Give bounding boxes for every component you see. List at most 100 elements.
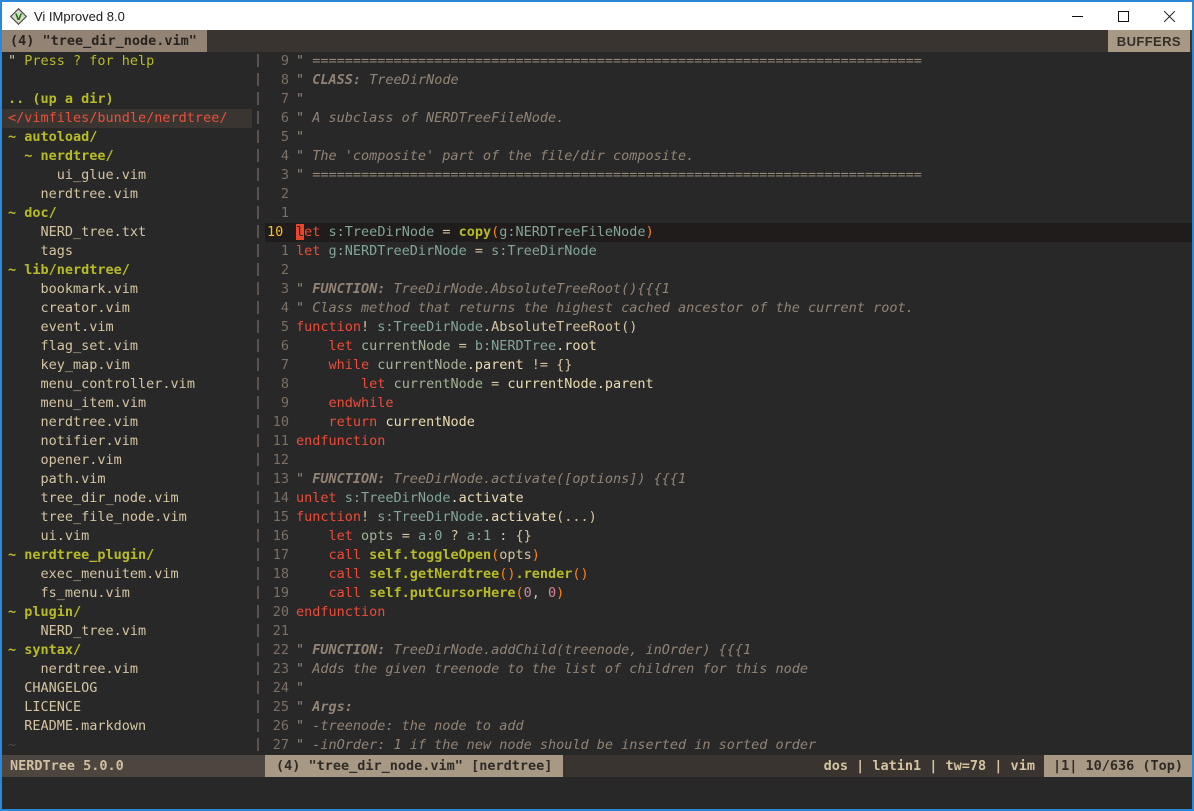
code-line[interactable]: 18 call self.getNerdtree().render() bbox=[265, 565, 1192, 584]
tree-item[interactable]: LICENCE bbox=[2, 698, 252, 717]
tree-item[interactable]: key_map.vim bbox=[2, 356, 252, 375]
tree-item[interactable]: ~ lib/nerdtree/ bbox=[2, 261, 252, 280]
tree-item[interactable]: menu_item.vim bbox=[2, 394, 252, 413]
tree-item[interactable]: tree_dir_node.vim bbox=[2, 489, 252, 508]
code-line[interactable]: 7 while currentNode.parent != {} bbox=[265, 356, 1192, 375]
tree-root-path[interactable]: </vimfiles/bundle/nerdtree/ bbox=[2, 109, 252, 128]
tree-item[interactable]: ~ nerdtree_plugin/ bbox=[2, 546, 252, 565]
tree-item[interactable]: nerdtree.vim bbox=[2, 413, 252, 432]
code-line[interactable]: 7" bbox=[265, 90, 1192, 109]
tree-item[interactable]: NERD_tree.txt bbox=[2, 223, 252, 242]
vim-icon: V bbox=[10, 8, 27, 25]
tree-item[interactable]: ui.vim bbox=[2, 527, 252, 546]
code-line[interactable]: 10 return currentNode bbox=[265, 413, 1192, 432]
code-line[interactable]: 8 let currentNode = currentNode.parent bbox=[265, 375, 1192, 394]
status-line: NERDTree 5.0.0 (4) "tree_dir_node.vim" [… bbox=[2, 755, 1192, 777]
code-text: " bbox=[296, 90, 304, 109]
tree-item[interactable]: creator.vim bbox=[2, 299, 252, 318]
code-line[interactable]: 1 bbox=[265, 204, 1192, 223]
code-line[interactable]: 2 bbox=[265, 261, 1192, 280]
code-line[interactable]: 16 let opts = a:0 ? a:1 : {} bbox=[265, 527, 1192, 546]
tree-item[interactable]: CHANGELOG bbox=[2, 679, 252, 698]
tree-item[interactable]: exec_menuitem.vim bbox=[2, 565, 252, 584]
code-line[interactable]: 5function! s:TreeDirNode.AbsoluteTreeRoo… bbox=[265, 318, 1192, 337]
tree-item[interactable]: ~ autoload/ bbox=[2, 128, 252, 147]
code-line[interactable]: 17 call self.toggleOpen(opts) bbox=[265, 546, 1192, 565]
maximize-button[interactable] bbox=[1100, 2, 1146, 30]
tree-item[interactable]: bookmark.vim bbox=[2, 280, 252, 299]
tree-up-dir[interactable]: .. (up a dir) bbox=[2, 90, 252, 109]
code-line[interactable]: 2 bbox=[265, 185, 1192, 204]
tab-tree-dir-node[interactable]: (4) "tree_dir_node.vim" bbox=[2, 30, 207, 52]
tree-item[interactable]: ~ syntax/ bbox=[2, 641, 252, 660]
line-number: 1 bbox=[265, 242, 289, 261]
tree-item[interactable]: ui_glue.vim bbox=[2, 166, 252, 185]
code-line[interactable]: 1let g:NERDTreeDirNode = s:TreeDirNode bbox=[265, 242, 1192, 261]
tree-item[interactable]: README.markdown bbox=[2, 717, 252, 736]
code-line[interactable]: 3" =====================================… bbox=[265, 166, 1192, 185]
code-line[interactable]: 25" Args: bbox=[265, 698, 1192, 717]
code-line[interactable]: 13" FUNCTION: TreeDirNode.activate([opti… bbox=[265, 470, 1192, 489]
code-line[interactable]: 20endfunction bbox=[265, 603, 1192, 622]
status-filler bbox=[563, 755, 814, 777]
code-line-current[interactable]: 10let s:TreeDirNode = copy(g:NERDTreeFil… bbox=[265, 223, 1192, 242]
code-line[interactable]: 12 bbox=[265, 451, 1192, 470]
code-line[interactable]: 6" A subclass of NERDTreeFileNode. bbox=[265, 109, 1192, 128]
line-number: 12 bbox=[265, 451, 289, 470]
code-line[interactable]: 27" -inOrder: 1 if the new node should b… bbox=[265, 736, 1192, 755]
close-button[interactable] bbox=[1146, 2, 1192, 30]
code-line[interactable]: 4" The 'composite' part of the file/dir … bbox=[265, 147, 1192, 166]
status-cursor-position: |1| 10/636 (Top) bbox=[1044, 755, 1192, 777]
line-number: 10 bbox=[265, 223, 289, 242]
line-number: 5 bbox=[265, 128, 289, 147]
tree-item[interactable]: ~ nerdtree/ bbox=[2, 147, 252, 166]
code-line[interactable]: 19 call self.putCursorHere(0, 0) bbox=[265, 584, 1192, 603]
tree-item[interactable]: nerdtree.vim bbox=[2, 660, 252, 679]
line-number: 9 bbox=[265, 394, 289, 413]
code-text: " A subclass of NERDTreeFileNode. bbox=[296, 109, 564, 128]
tree-item[interactable]: tags bbox=[2, 242, 252, 261]
tree-item[interactable]: ~ plugin/ bbox=[2, 603, 252, 622]
minimize-button[interactable] bbox=[1054, 2, 1100, 30]
tree-item[interactable]: ~ doc/ bbox=[2, 204, 252, 223]
tree-item[interactable]: notifier.vim bbox=[2, 432, 252, 451]
code-line[interactable]: 15function! s:TreeDirNode.activate(...) bbox=[265, 508, 1192, 527]
tree-item[interactable]: opener.vim bbox=[2, 451, 252, 470]
code-text: " The 'composite' part of the file/dir c… bbox=[296, 147, 694, 166]
title-bar[interactable]: V Vi IMproved 8.0 bbox=[2, 2, 1192, 30]
code-line[interactable]: 23" Adds the given treenode to the list … bbox=[265, 660, 1192, 679]
code-line[interactable]: 3" FUNCTION: TreeDirNode.AbsoluteTreeRoo… bbox=[265, 280, 1192, 299]
tree-item[interactable]: tree_file_node.vim bbox=[2, 508, 252, 527]
status-file-info: dos | latin1 | tw=78 | vim bbox=[815, 755, 1044, 777]
nerdtree-status: NERDTree 5.0.0 bbox=[2, 755, 265, 777]
code-line[interactable]: 4" Class method that returns the highest… bbox=[265, 299, 1192, 318]
code-line[interactable]: 21 bbox=[265, 622, 1192, 641]
code-line[interactable]: 5" bbox=[265, 128, 1192, 147]
minimize-icon bbox=[1072, 16, 1083, 17]
line-number: 26 bbox=[265, 717, 289, 736]
tree-item[interactable]: path.vim bbox=[2, 470, 252, 489]
line-number: 19 bbox=[265, 584, 289, 603]
code-line[interactable]: 9" =====================================… bbox=[265, 52, 1192, 71]
code-line[interactable]: 26" -treenode: the node to add bbox=[265, 717, 1192, 736]
code-line[interactable]: 9 endwhile bbox=[265, 394, 1192, 413]
code-line[interactable]: 6 let currentNode = b:NERDTree.root bbox=[265, 337, 1192, 356]
code-line[interactable]: 22" FUNCTION: TreeDirNode.addChild(treen… bbox=[265, 641, 1192, 660]
tree-item[interactable]: flag_set.vim bbox=[2, 337, 252, 356]
tree-item[interactable]: menu_controller.vim bbox=[2, 375, 252, 394]
code-text: let opts = a:0 ? a:1 : {} bbox=[296, 527, 532, 546]
code-line[interactable]: 24" bbox=[265, 679, 1192, 698]
code-line[interactable]: 14unlet s:TreeDirNode.activate bbox=[265, 489, 1192, 508]
code-line[interactable]: 8" CLASS: TreeDirNode bbox=[265, 71, 1192, 90]
editor-panel[interactable]: 9" =====================================… bbox=[265, 52, 1192, 755]
code-text: return currentNode bbox=[296, 413, 475, 432]
code-text: function! s:TreeDirNode.AbsoluteTreeRoot… bbox=[296, 318, 637, 337]
window-split-separator[interactable] bbox=[252, 52, 265, 755]
line-number: 14 bbox=[265, 489, 289, 508]
code-line[interactable]: 11endfunction bbox=[265, 432, 1192, 451]
code-text: " Class method that returns the highest … bbox=[296, 299, 914, 318]
tree-item[interactable]: nerdtree.vim bbox=[2, 185, 252, 204]
tree-item[interactable]: NERD_tree.vim bbox=[2, 622, 252, 641]
tree-item[interactable]: fs_menu.vim bbox=[2, 584, 252, 603]
tree-item[interactable]: event.vim bbox=[2, 318, 252, 337]
